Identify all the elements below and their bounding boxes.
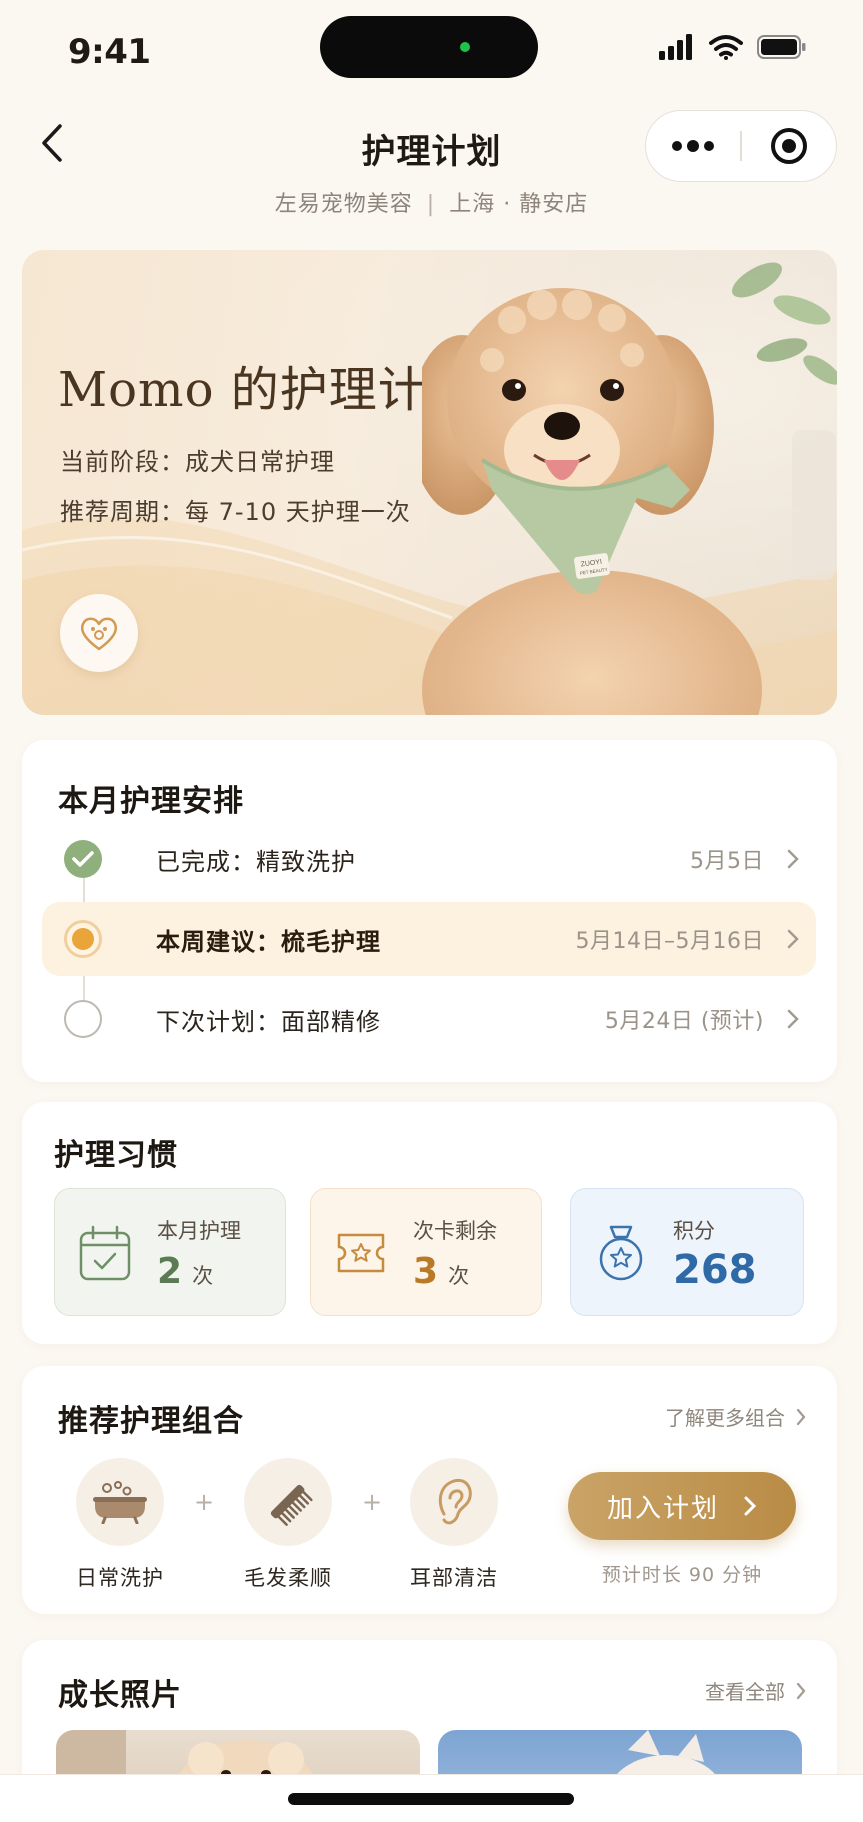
- more-button[interactable]: [646, 111, 740, 181]
- view-all-label: 查看全部: [705, 1680, 785, 1704]
- status-done-icon: [64, 840, 102, 878]
- combo-item-ear[interactable]: 耳部清洁: [394, 1458, 514, 1592]
- combo-item-comb[interactable]: 毛发柔顺: [228, 1458, 348, 1592]
- status-upcoming-icon: [64, 1000, 102, 1038]
- hero-title: Momo 的护理计划: [58, 362, 476, 418]
- habit-number: 3: [413, 1251, 439, 1292]
- ear-icon: [438, 1478, 472, 1525]
- schedule-item-label: 下次计划：面部精修: [156, 1007, 381, 1036]
- plus-sign: +: [194, 1488, 215, 1516]
- store-name: 左易宠物美容: [274, 192, 413, 217]
- habit-label: 本月护理: [157, 1219, 241, 1243]
- combo-item-label: 日常洗护: [76, 1566, 164, 1590]
- wifi-icon: [709, 35, 743, 60]
- status-active-icon: [64, 920, 102, 958]
- combo-icon-circle: [410, 1458, 498, 1546]
- status-bar: 9:41: [0, 0, 863, 100]
- home-indicator-area: [0, 1774, 863, 1822]
- habit-unit: 次: [192, 1264, 214, 1288]
- combo-title: 推荐护理组合: [58, 1404, 244, 1439]
- habit-value: 268: [673, 1247, 757, 1293]
- chevron-right-icon: [787, 929, 799, 949]
- ticket-star-icon: [337, 1233, 385, 1273]
- schedule-item-upcoming[interactable]: 下次计划：面部精修 5月24日 (预计): [42, 982, 816, 1056]
- store-location: 上海 · 静安店: [449, 192, 589, 217]
- miniapp-capsule: [645, 110, 837, 182]
- plus-sign: +: [362, 1488, 383, 1516]
- schedule-item-done[interactable]: 已完成：精致洗护 5月5日: [42, 822, 816, 896]
- combo-item-label: 毛发柔顺: [244, 1566, 332, 1590]
- combo-item-label: 耳部清洁: [410, 1566, 498, 1590]
- habit-unit: 次: [448, 1264, 470, 1288]
- comb-icon: [270, 1484, 313, 1526]
- dog-photo: ZUOYI PET BEAUTY: [422, 288, 762, 715]
- view-all-photos-link[interactable]: 查看全部: [705, 1676, 807, 1705]
- nav-bar: 护理计划: [0, 104, 863, 184]
- hero-banner: Momo 的护理计划 当前阶段：成犬日常护理 推荐周期：每 7-10 天护理一次: [22, 250, 837, 715]
- hero-badge: [60, 594, 138, 672]
- habit-monthly-care[interactable]: 本月护理 2次: [54, 1188, 286, 1316]
- monthly-schedule-card: 本月护理安排 已完成：精致洗护 5月5日 本周建议：梳毛护理 5月14日–5月1…: [22, 740, 837, 1082]
- hero-stage: 当前阶段：成犬日常护理: [60, 448, 335, 476]
- habit-value: 2次: [157, 1251, 213, 1292]
- habit-points[interactable]: 积分 268: [570, 1188, 804, 1316]
- habit-label: 次卡剩余: [413, 1219, 497, 1243]
- home-indicator[interactable]: [288, 1793, 574, 1805]
- bathtub-icon: [93, 1481, 147, 1524]
- heart-paw-icon: [81, 617, 117, 651]
- target-circle-icon: [770, 128, 807, 164]
- schedule-title: 本月护理安排: [58, 784, 244, 819]
- chevron-right-icon: [787, 849, 799, 869]
- hero-cycle: 推荐周期：每 7-10 天护理一次: [60, 498, 411, 526]
- more-dots-icon: [672, 140, 715, 152]
- combo-item-bath[interactable]: 日常洗护: [60, 1458, 180, 1592]
- more-combos-label: 了解更多组合: [665, 1406, 785, 1430]
- store-separator: |: [426, 192, 436, 217]
- close-miniapp-button[interactable]: [742, 111, 836, 181]
- status-icons: [659, 34, 807, 60]
- add-to-plan-label: 加入计划: [606, 1493, 719, 1524]
- care-habits-card: 护理习惯 本月护理 2次 次卡剩余 3次 积分 268: [22, 1102, 837, 1344]
- calendar-check-icon: [79, 1225, 131, 1281]
- estimated-duration: 预计时长 90 分钟: [601, 1564, 763, 1586]
- add-to-plan-button[interactable]: 加入计划: [568, 1472, 796, 1540]
- chevron-right-icon: [796, 1408, 806, 1425]
- schedule-item-label: 本周建议：梳毛护理: [156, 927, 381, 956]
- battery-icon: [757, 35, 806, 59]
- photos-title: 成长照片: [58, 1678, 182, 1713]
- dynamic-island: [320, 16, 538, 78]
- chevron-right-icon: [744, 1496, 757, 1516]
- status-time: 9:41: [68, 32, 151, 72]
- medal-star-icon: [599, 1225, 643, 1281]
- schedule-item-date: 5月24日 (预计): [604, 1009, 764, 1034]
- schedule-item-active[interactable]: 本周建议：梳毛护理 5月14日–5月16日: [42, 902, 816, 976]
- habit-pass-remaining[interactable]: 次卡剩余 3次: [310, 1188, 542, 1316]
- chevron-right-icon: [796, 1682, 806, 1699]
- more-combos-link[interactable]: 了解更多组合: [665, 1402, 807, 1431]
- habit-number: 2: [157, 1251, 183, 1292]
- signal-icon: [659, 34, 692, 60]
- schedule-item-date: 5月5日: [690, 849, 764, 874]
- schedule-item-date: 5月14日–5月16日: [575, 929, 764, 954]
- habit-value: 3次: [413, 1251, 469, 1292]
- combo-icon-circle: [76, 1458, 164, 1546]
- check-icon: [72, 851, 94, 867]
- combo-icon-circle: [244, 1458, 332, 1546]
- chevron-right-icon: [787, 1009, 799, 1029]
- habit-label: 积分: [673, 1219, 715, 1243]
- recommended-combo-card: 推荐护理组合 了解更多组合 日常洗护 + 毛发柔顺 + 耳部清洁 加入计划 预计…: [22, 1366, 837, 1614]
- schedule-item-label: 已完成：精致洗护: [156, 847, 356, 876]
- habits-title: 护理习惯: [54, 1138, 178, 1173]
- store-subtitle: 左易宠物美容 | 上海 · 静安店: [0, 186, 863, 218]
